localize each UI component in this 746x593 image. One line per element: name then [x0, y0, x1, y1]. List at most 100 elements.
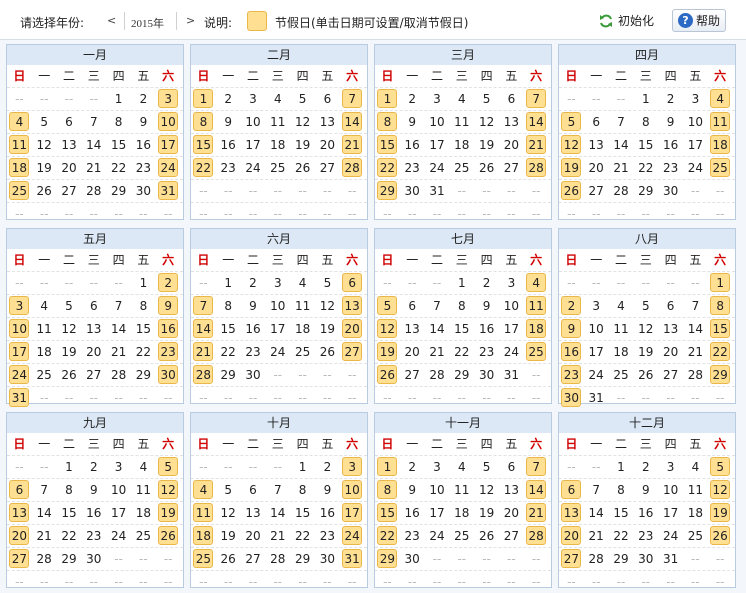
day-cell[interactable]: 30 — [633, 548, 658, 570]
day-cell[interactable]: 15 — [609, 502, 634, 524]
holiday-day[interactable]: 16 — [559, 341, 584, 363]
day-cell[interactable]: 3 — [683, 88, 708, 110]
day-cell[interactable]: 16 — [315, 502, 340, 524]
day-cell[interactable]: 20 — [499, 134, 524, 156]
day-cell[interactable]: 19 — [216, 525, 241, 547]
holiday-day[interactable]: 13 — [340, 295, 365, 317]
day-cell[interactable]: 14 — [609, 134, 634, 156]
day-cell[interactable]: 22 — [57, 525, 82, 547]
day-cell[interactable]: 15 — [216, 318, 241, 340]
holiday-day[interactable]: 29 — [375, 548, 400, 570]
holiday-day[interactable]: 30 — [156, 364, 181, 386]
day-cell[interactable]: 13 — [57, 134, 82, 156]
holiday-day[interactable]: 18 — [191, 525, 216, 547]
day-cell[interactable]: 20 — [81, 341, 106, 363]
day-cell[interactable]: 15 — [57, 502, 82, 524]
day-cell[interactable]: 26 — [633, 364, 658, 386]
day-cell[interactable]: 3 — [658, 456, 683, 478]
holiday-day[interactable]: 11 — [7, 134, 32, 156]
day-cell[interactable]: 6 — [57, 111, 82, 133]
day-cell[interactable]: 1 — [609, 456, 634, 478]
holiday-day[interactable]: 27 — [340, 341, 365, 363]
day-cell[interactable]: 16 — [216, 134, 241, 156]
holiday-day[interactable]: 18 — [524, 318, 549, 340]
holiday-day[interactable]: 15 — [708, 318, 733, 340]
day-cell[interactable]: 13 — [400, 318, 425, 340]
day-cell[interactable]: 29 — [290, 548, 315, 570]
day-cell[interactable]: 27 — [81, 364, 106, 386]
holiday-day[interactable]: 10 — [156, 111, 181, 133]
holiday-day[interactable]: 5 — [559, 111, 584, 133]
holiday-day[interactable]: 19 — [375, 341, 400, 363]
day-cell[interactable]: 26 — [32, 180, 57, 202]
holiday-day[interactable]: 30 — [559, 387, 584, 409]
day-cell[interactable]: 7 — [425, 295, 450, 317]
day-cell[interactable]: 20 — [315, 134, 340, 156]
day-cell[interactable]: 7 — [32, 479, 57, 501]
day-cell[interactable]: 10 — [241, 111, 266, 133]
holiday-day[interactable]: 27 — [7, 548, 32, 570]
holiday-day[interactable]: 17 — [156, 134, 181, 156]
day-cell[interactable]: 22 — [131, 341, 156, 363]
holiday-day[interactable]: 24 — [156, 157, 181, 179]
holiday-day[interactable]: 1 — [375, 88, 400, 110]
holiday-day[interactable]: 29 — [708, 364, 733, 386]
holiday-day[interactable]: 22 — [375, 157, 400, 179]
day-cell[interactable]: 16 — [131, 134, 156, 156]
holiday-day[interactable]: 8 — [375, 479, 400, 501]
day-cell[interactable]: 22 — [106, 157, 131, 179]
day-cell[interactable]: 7 — [683, 295, 708, 317]
holiday-day[interactable]: 1 — [375, 456, 400, 478]
holiday-day[interactable]: 25 — [708, 157, 733, 179]
holiday-day[interactable]: 2 — [559, 295, 584, 317]
day-cell[interactable]: 11 — [683, 479, 708, 501]
day-cell[interactable]: 12 — [57, 318, 82, 340]
day-cell[interactable]: 9 — [241, 295, 266, 317]
day-cell[interactable]: 18 — [265, 134, 290, 156]
day-cell[interactable]: 26 — [290, 157, 315, 179]
holiday-day[interactable]: 13 — [559, 502, 584, 524]
day-cell[interactable]: 9 — [400, 111, 425, 133]
holiday-day[interactable]: 1 — [191, 88, 216, 110]
day-cell[interactable]: 26 — [315, 341, 340, 363]
holiday-day[interactable]: 14 — [524, 479, 549, 501]
day-cell[interactable]: 2 — [216, 88, 241, 110]
day-cell[interactable]: 17 — [106, 502, 131, 524]
day-cell[interactable]: 10 — [683, 111, 708, 133]
day-cell[interactable]: 31 — [584, 387, 609, 409]
day-cell[interactable]: 16 — [81, 502, 106, 524]
day-cell[interactable]: 17 — [683, 134, 708, 156]
day-cell[interactable]: 11 — [449, 111, 474, 133]
day-cell[interactable]: 2 — [474, 272, 499, 294]
day-cell[interactable]: 30 — [400, 180, 425, 202]
holiday-day[interactable]: 23 — [559, 364, 584, 386]
day-cell[interactable]: 29 — [131, 364, 156, 386]
holiday-day[interactable]: 12 — [375, 318, 400, 340]
holiday-day[interactable]: 13 — [7, 502, 32, 524]
holiday-day[interactable]: 17 — [7, 341, 32, 363]
day-cell[interactable]: 8 — [609, 479, 634, 501]
day-cell[interactable]: 13 — [658, 318, 683, 340]
day-cell[interactable]: 27 — [315, 157, 340, 179]
day-cell[interactable]: 1 — [449, 272, 474, 294]
prev-year-button[interactable]: < — [107, 14, 116, 27]
day-cell[interactable]: 21 — [609, 157, 634, 179]
day-cell[interactable]: 24 — [584, 364, 609, 386]
day-cell[interactable]: 24 — [683, 157, 708, 179]
next-year-button[interactable]: > — [186, 14, 195, 27]
day-cell[interactable]: 28 — [81, 180, 106, 202]
day-cell[interactable]: 30 — [474, 364, 499, 386]
holiday-day[interactable]: 10 — [340, 479, 365, 501]
day-cell[interactable]: 18 — [131, 502, 156, 524]
day-cell[interactable]: 26 — [57, 364, 82, 386]
day-cell[interactable]: 9 — [81, 479, 106, 501]
day-cell[interactable]: 7 — [609, 111, 634, 133]
day-cell[interactable]: 5 — [57, 295, 82, 317]
holiday-day[interactable]: 4 — [708, 88, 733, 110]
day-cell[interactable]: 4 — [449, 456, 474, 478]
day-cell[interactable]: 9 — [633, 479, 658, 501]
day-cell[interactable]: 27 — [499, 525, 524, 547]
day-cell[interactable]: 5 — [315, 272, 340, 294]
holiday-day[interactable]: 6 — [340, 272, 365, 294]
day-cell[interactable]: 19 — [633, 341, 658, 363]
